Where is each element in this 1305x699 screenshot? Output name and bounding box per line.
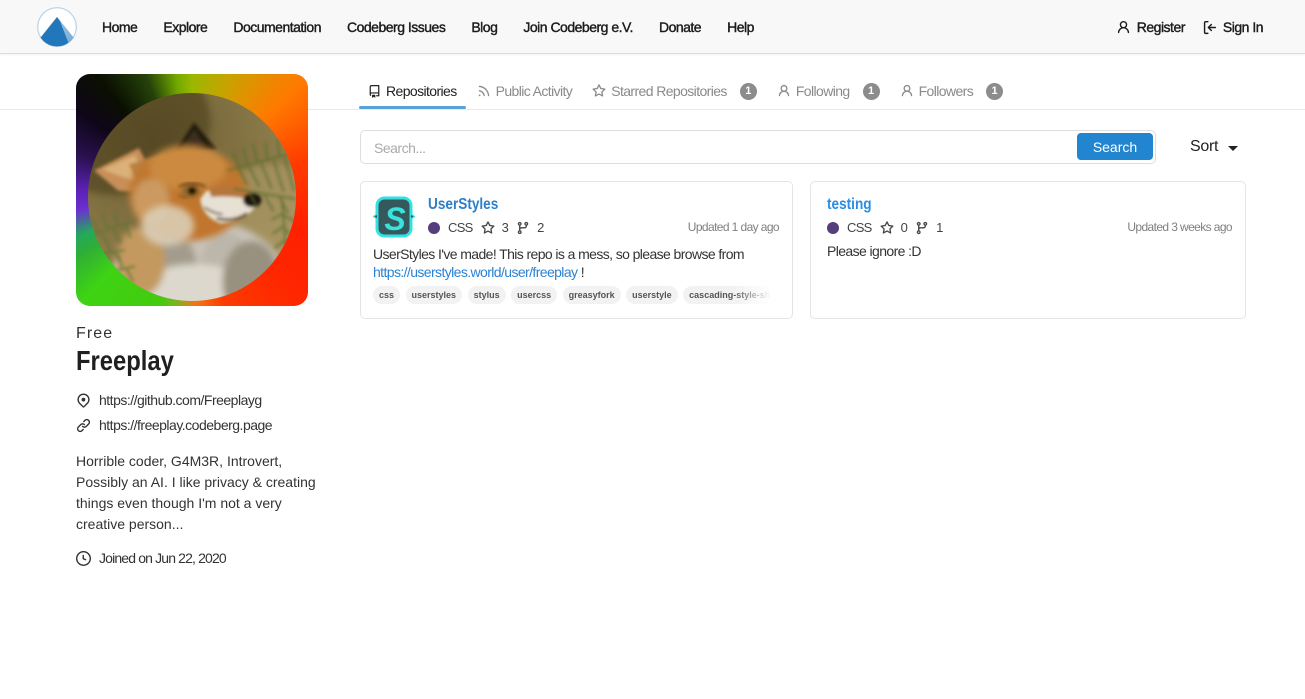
svg-text:S: S [384, 201, 406, 237]
